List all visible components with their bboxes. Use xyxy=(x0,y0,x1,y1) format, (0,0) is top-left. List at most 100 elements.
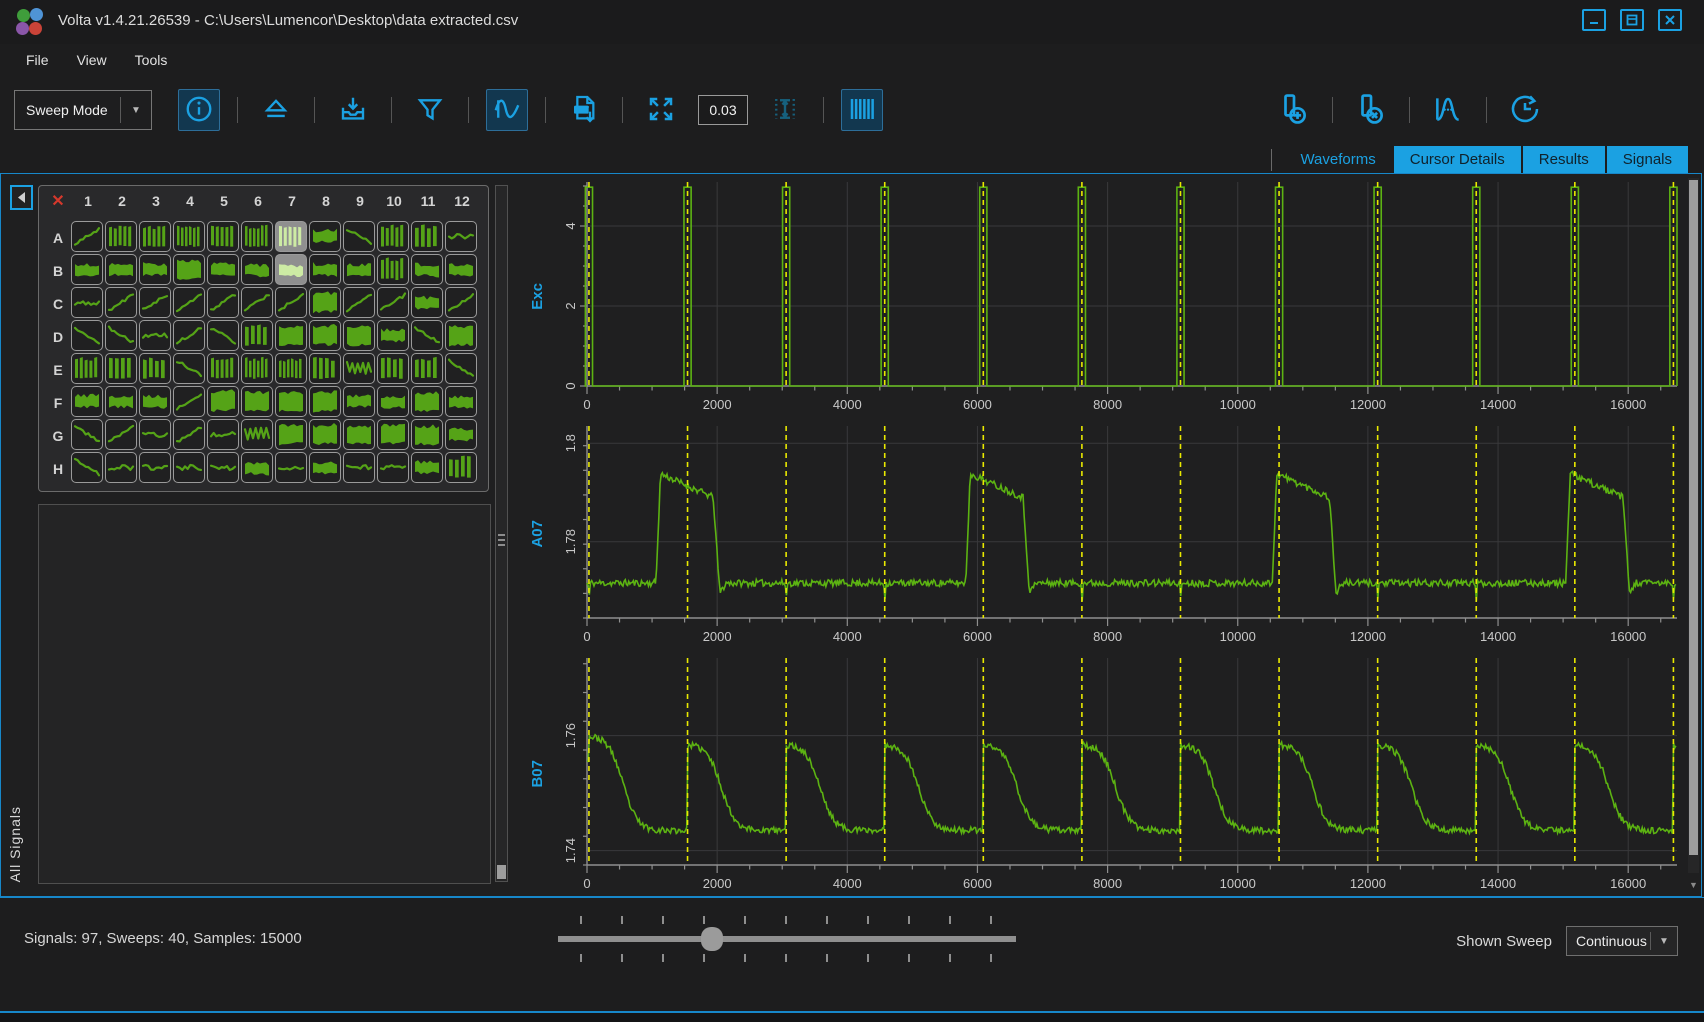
well-B4[interactable] xyxy=(173,254,205,285)
plate-column-header[interactable]: 10 xyxy=(377,188,411,214)
history-button[interactable] xyxy=(1504,89,1546,131)
fit-view-button[interactable] xyxy=(640,89,682,131)
minimize-button[interactable] xyxy=(1582,9,1606,31)
well-B9[interactable] xyxy=(343,254,375,285)
well-C11[interactable] xyxy=(411,287,443,318)
plate-column-header[interactable]: 3 xyxy=(139,188,173,214)
plate-row-header[interactable]: H xyxy=(45,452,71,485)
well-A12[interactable] xyxy=(445,221,477,252)
well-H5[interactable] xyxy=(207,452,239,483)
well-G12[interactable] xyxy=(445,419,477,450)
plate-column-header[interactable]: 5 xyxy=(207,188,241,214)
well-B5[interactable] xyxy=(207,254,239,285)
well-F5[interactable] xyxy=(207,386,239,417)
well-B10[interactable] xyxy=(377,254,409,285)
well-E9[interactable] xyxy=(343,353,375,384)
plate-column-header[interactable]: 4 xyxy=(173,188,207,214)
well-B7[interactable] xyxy=(275,254,307,285)
well-C10[interactable] xyxy=(377,287,409,318)
well-A9[interactable] xyxy=(343,221,375,252)
filter-button[interactable] xyxy=(409,89,451,131)
well-E10[interactable] xyxy=(377,353,409,384)
well-D5[interactable] xyxy=(207,320,239,351)
well-D8[interactable] xyxy=(309,320,341,351)
well-G5[interactable] xyxy=(207,419,239,450)
well-G2[interactable] xyxy=(105,419,137,450)
tab-waveforms[interactable]: Waveforms xyxy=(1284,146,1391,173)
plate-row-header[interactable]: G xyxy=(45,419,71,452)
tab-results[interactable]: Results xyxy=(1523,146,1605,173)
well-H11[interactable] xyxy=(411,452,443,483)
well-B11[interactable] xyxy=(411,254,443,285)
plate-row-header[interactable]: F xyxy=(45,386,71,419)
well-E11[interactable] xyxy=(411,353,443,384)
well-H9[interactable] xyxy=(343,452,375,483)
chart-plot-a07[interactable]: 02000400060008000100001200014000160001.7… xyxy=(557,418,1687,650)
well-C4[interactable] xyxy=(173,287,205,318)
well-F4[interactable] xyxy=(173,386,205,417)
scroll-down-arrow-icon[interactable]: ▼ xyxy=(1688,878,1699,892)
well-G11[interactable] xyxy=(411,419,443,450)
well-G7[interactable] xyxy=(275,419,307,450)
all-signals-tab[interactable]: All Signals xyxy=(7,806,27,882)
panel-splitter[interactable] xyxy=(495,185,508,882)
well-D7[interactable] xyxy=(275,320,307,351)
chart-plot-exc[interactable]: 0200040006000800010000120001400016000024 xyxy=(557,174,1687,418)
well-C1[interactable] xyxy=(71,287,103,318)
well-F6[interactable] xyxy=(241,386,273,417)
well-A10[interactable] xyxy=(377,221,409,252)
well-A7[interactable] xyxy=(275,221,307,252)
well-C6[interactable] xyxy=(241,287,273,318)
plate-column-header[interactable]: 12 xyxy=(445,188,479,214)
plate-column-header[interactable]: 8 xyxy=(309,188,343,214)
well-E8[interactable] xyxy=(309,353,341,384)
well-A8[interactable] xyxy=(309,221,341,252)
charts-scrollbar[interactable]: ▼ xyxy=(1688,178,1699,892)
well-C12[interactable] xyxy=(445,287,477,318)
well-D12[interactable] xyxy=(445,320,477,351)
well-B8[interactable] xyxy=(309,254,341,285)
well-F2[interactable] xyxy=(105,386,137,417)
well-F1[interactable] xyxy=(71,386,103,417)
slider-thumb[interactable] xyxy=(701,927,723,951)
well-G6[interactable] xyxy=(241,419,273,450)
well-G10[interactable] xyxy=(377,419,409,450)
well-C5[interactable] xyxy=(207,287,239,318)
well-D10[interactable] xyxy=(377,320,409,351)
well-C3[interactable] xyxy=(139,287,171,318)
well-C7[interactable] xyxy=(275,287,307,318)
well-F10[interactable] xyxy=(377,386,409,417)
plate-row-header[interactable]: E xyxy=(45,353,71,386)
well-H7[interactable] xyxy=(275,452,307,483)
measure-range-button[interactable] xyxy=(764,89,806,131)
well-H2[interactable] xyxy=(105,452,137,483)
maximize-button[interactable] xyxy=(1620,9,1644,31)
scrollbar-thumb[interactable] xyxy=(1689,180,1698,855)
well-E6[interactable] xyxy=(241,353,273,384)
tab-signals[interactable]: Signals xyxy=(1607,146,1688,173)
mode-select[interactable]: Sweep Mode ▼ xyxy=(14,90,152,130)
clear-selection-button[interactable]: ✕ xyxy=(51,191,64,211)
well-B6[interactable] xyxy=(241,254,273,285)
plate-column-header[interactable]: 7 xyxy=(275,188,309,214)
close-button[interactable] xyxy=(1658,9,1682,31)
menu-file[interactable]: File xyxy=(12,48,63,72)
well-D11[interactable] xyxy=(411,320,443,351)
plate-column-header[interactable]: 6 xyxy=(241,188,275,214)
well-G1[interactable] xyxy=(71,419,103,450)
well-D1[interactable] xyxy=(71,320,103,351)
well-F7[interactable] xyxy=(275,386,307,417)
well-G8[interactable] xyxy=(309,419,341,450)
eject-button[interactable] xyxy=(255,89,297,131)
well-F12[interactable] xyxy=(445,386,477,417)
well-E1[interactable] xyxy=(71,353,103,384)
well-A5[interactable] xyxy=(207,221,239,252)
well-H12[interactable] xyxy=(445,452,477,483)
plate-column-header[interactable]: 11 xyxy=(411,188,445,214)
import-button[interactable] xyxy=(332,89,374,131)
well-C2[interactable] xyxy=(105,287,137,318)
well-B1[interactable] xyxy=(71,254,103,285)
remove-signal-button[interactable] xyxy=(1350,89,1392,131)
peak-detect-button[interactable] xyxy=(1427,89,1469,131)
well-B3[interactable] xyxy=(139,254,171,285)
